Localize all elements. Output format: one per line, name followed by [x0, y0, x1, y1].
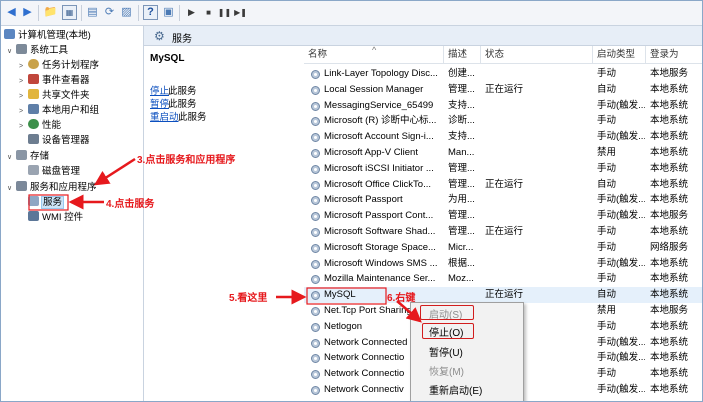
arrow-step3 [93, 157, 136, 186]
mysql-highlight-box [306, 287, 387, 305]
computer-management-window: ◀ ▶ 📁 ▦ ▤ ⟳ ▨ ? ▣ ▶ ■ ❚❚ ▶❚ 计算机管理(本地) ∨ 系… [0, 0, 703, 402]
services-highlight-box [28, 194, 69, 211]
arrow-step6 [396, 300, 422, 323]
annotation-arrows [28, 157, 422, 323]
